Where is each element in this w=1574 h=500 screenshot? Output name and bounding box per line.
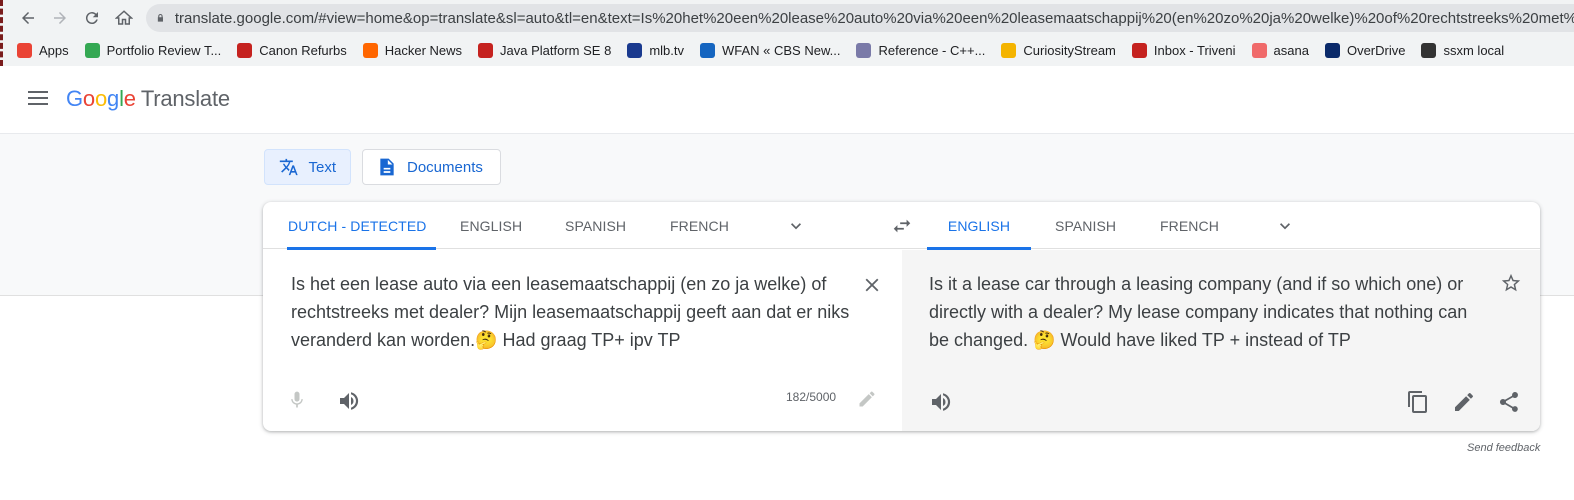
handwriting-pencil-icon[interactable] xyxy=(857,389,877,409)
source-tab-detected[interactable]: DUTCH - DETECTED xyxy=(287,202,436,250)
save-translation-star-icon[interactable] xyxy=(1500,272,1522,294)
copy-translation-icon[interactable] xyxy=(1406,390,1430,414)
mlb-icon xyxy=(627,42,643,58)
source-more-languages-chevron-down-icon[interactable] xyxy=(786,216,806,236)
bookmark-label: Hacker News xyxy=(384,42,463,58)
source-listen-speaker-icon[interactable] xyxy=(337,389,361,413)
hacker-news-icon xyxy=(362,42,378,58)
text-mode-button[interactable]: Text xyxy=(264,149,351,185)
target-more-languages-chevron-down-icon[interactable] xyxy=(1275,216,1295,236)
bookmark-item[interactable]: ssxm local xyxy=(1421,42,1505,58)
bookmark-label: mlb.tv xyxy=(649,42,684,58)
target-tab-english[interactable]: ENGLISH xyxy=(927,202,1031,250)
bookmark-item[interactable]: Apps xyxy=(17,42,69,58)
target-tab-label: FRENCH xyxy=(1160,217,1219,234)
bookmark-item[interactable]: Canon Refurbs xyxy=(237,42,347,58)
bookmark-item[interactable]: Inbox - Triveni xyxy=(1131,42,1236,58)
reload-icon[interactable] xyxy=(76,2,108,34)
bookmark-item[interactable]: OverDrive xyxy=(1324,42,1406,58)
bookmark-label: Inbox - Triveni xyxy=(1153,42,1236,58)
bookmark-item[interactable]: mlb.tv xyxy=(627,42,684,58)
character-counter: 182/5000 xyxy=(786,390,837,404)
source-tab-french[interactable]: FRENCH xyxy=(670,202,729,249)
google-wordmark: Google xyxy=(66,86,136,111)
bookmark-item[interactable]: Hacker News xyxy=(362,42,463,58)
bookmark-item[interactable]: Java Platform SE 8 xyxy=(478,42,612,58)
bookmark-item[interactable]: CuriosityStream xyxy=(1001,42,1116,58)
bookmark-item[interactable]: asana xyxy=(1251,42,1309,58)
wfan-icon xyxy=(699,42,715,58)
lock-icon xyxy=(157,13,164,22)
logo-translate-text: Translate xyxy=(140,86,230,111)
bookmark-label: Canon Refurbs xyxy=(259,42,347,58)
canon-icon xyxy=(237,42,253,58)
edit-translation-pencil-icon[interactable] xyxy=(1452,390,1476,414)
target-tab-spanish[interactable]: SPANISH xyxy=(1055,202,1116,249)
forward-icon[interactable] xyxy=(44,2,76,34)
share-translation-icon[interactable] xyxy=(1497,390,1521,414)
microphone-icon[interactable] xyxy=(287,389,307,411)
language-bar: DUTCH - DETECTED ENGLISH SPANISH FRENCH … xyxy=(263,202,1540,250)
app-logo[interactable]: Google Translate xyxy=(66,86,230,112)
source-tab-label: FRENCH xyxy=(670,217,729,234)
target-tab-label: SPANISH xyxy=(1055,217,1117,234)
bookmark-label: Portfolio Review T... xyxy=(106,42,222,58)
translate-icon xyxy=(279,158,298,176)
back-icon[interactable] xyxy=(12,2,44,34)
bookmark-item[interactable]: Portfolio Review T... xyxy=(84,42,222,58)
browser-chrome: translate.google.com/#view=home&op=trans… xyxy=(0,0,1574,66)
address-bar[interactable]: translate.google.com/#view=home&op=trans… xyxy=(146,4,1574,32)
bookmarks-bar: Apps Portfolio Review T... Canon Refurbs Ha… xyxy=(17,38,1520,62)
documents-mode-label: Documents xyxy=(407,158,483,176)
java-icon xyxy=(478,42,494,58)
document-icon xyxy=(380,158,394,176)
text-mode-label: Text xyxy=(308,158,336,176)
translation-output: Is it a lease car through a leasing comp… xyxy=(929,274,1468,350)
menu-icon[interactable] xyxy=(28,91,48,107)
reference-icon xyxy=(856,42,872,58)
target-pane: Is it a lease car through a leasing comp… xyxy=(902,250,1540,431)
bookmark-label: Apps xyxy=(39,42,69,58)
source-textarea[interactable]: Is het een lease auto via een leasemaats… xyxy=(291,270,851,354)
apps-grid-icon xyxy=(17,42,32,58)
overdrive-icon xyxy=(1324,42,1340,58)
app-header: Google Translate xyxy=(0,66,1574,134)
home-icon[interactable] xyxy=(108,2,140,34)
bookmark-label: Java Platform SE 8 xyxy=(500,42,612,58)
source-pane: Is het een lease auto via een leasemaats… xyxy=(263,250,902,431)
curiosity-icon xyxy=(1001,42,1017,58)
bookmark-label: ssxm local xyxy=(1443,42,1505,58)
bookmark-label: asana xyxy=(1273,42,1309,58)
source-tab-label: SPANISH xyxy=(565,217,627,234)
source-tab-spanish[interactable]: SPANISH xyxy=(565,202,626,249)
translation-card: DUTCH - DETECTED ENGLISH SPANISH FRENCH … xyxy=(263,202,1540,431)
documents-mode-button[interactable]: Documents xyxy=(362,149,501,185)
target-tab-french[interactable]: FRENCH xyxy=(1160,202,1219,249)
bookmark-label: WFAN « CBS New... xyxy=(721,42,841,58)
gmail-icon xyxy=(1131,42,1147,58)
target-listen-speaker-icon[interactable] xyxy=(929,390,953,414)
bookmark-item[interactable]: Reference - C++... xyxy=(856,42,986,58)
bookmark-item[interactable]: WFAN « CBS New... xyxy=(699,42,841,58)
source-tab-label: DUTCH - DETECTED xyxy=(288,217,427,234)
bookmark-label: OverDrive xyxy=(1346,42,1406,58)
clear-source-close-icon[interactable] xyxy=(861,274,883,296)
bookmark-label: Reference - C++... xyxy=(878,42,986,58)
asana-icon xyxy=(1251,42,1267,58)
source-tab-english[interactable]: ENGLISH xyxy=(460,202,522,249)
swap-languages-icon[interactable] xyxy=(891,215,913,237)
bookmark-label: CuriosityStream xyxy=(1023,42,1116,58)
portfolio-icon xyxy=(84,42,100,58)
target-tab-label: ENGLISH xyxy=(947,217,1011,234)
source-tab-label: ENGLISH xyxy=(460,217,523,234)
send-feedback-link[interactable]: Send feedback xyxy=(1467,442,1540,454)
url-text: translate.google.com/#view=home&op=trans… xyxy=(174,9,1574,27)
ssxm-icon xyxy=(1421,42,1437,58)
